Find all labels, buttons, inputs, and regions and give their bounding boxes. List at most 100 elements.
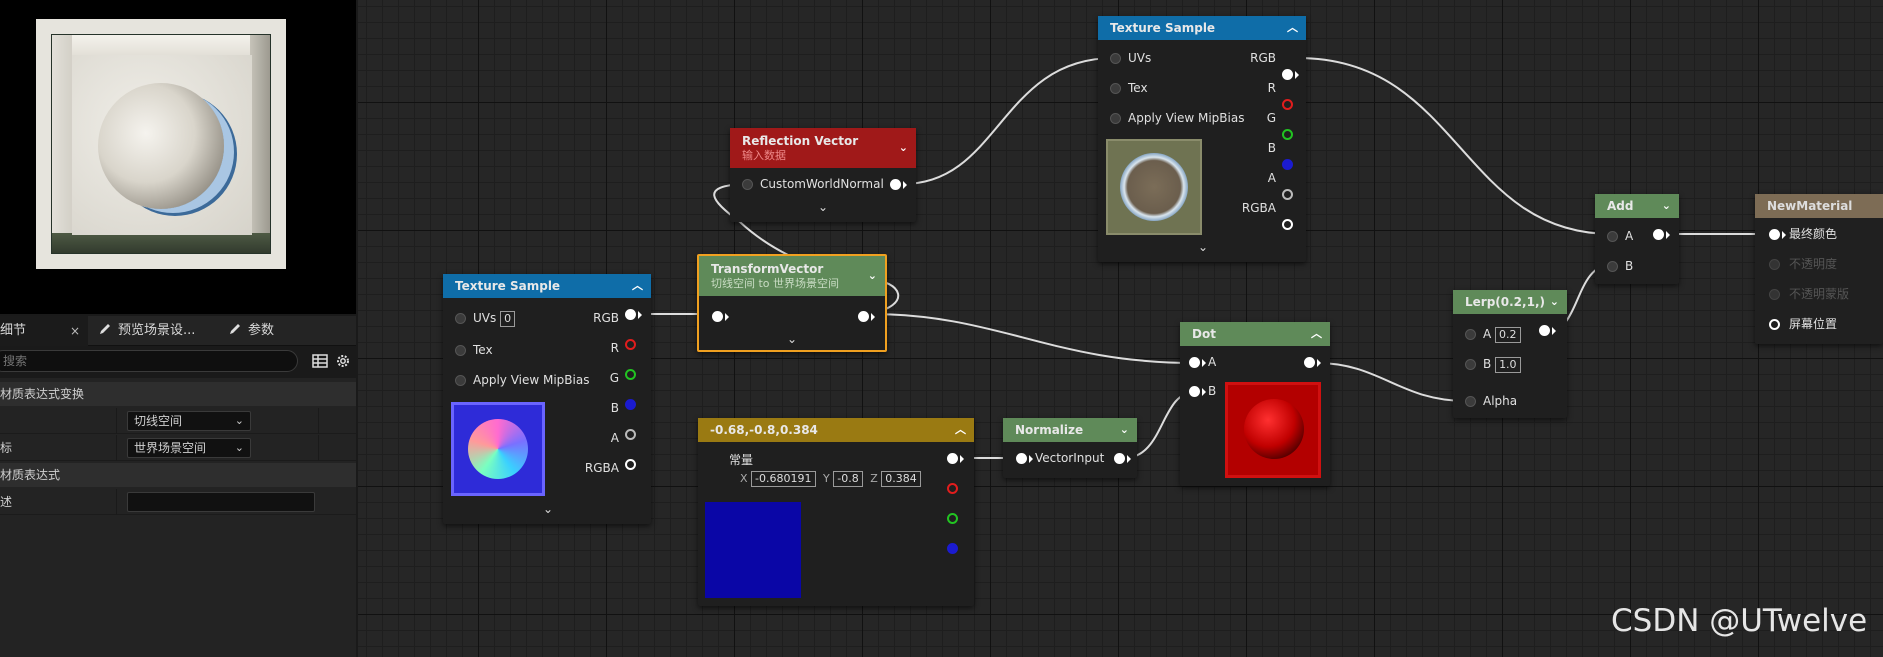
output-pin-b[interactable] xyxy=(947,543,958,554)
b-value-box[interactable]: 1.0 xyxy=(1495,357,1521,373)
input-pin-screen-position[interactable] xyxy=(1769,319,1780,330)
input-pin[interactable] xyxy=(1465,396,1476,407)
chevron-down-icon[interactable]: ⌄ xyxy=(787,332,797,346)
output-pin-g[interactable] xyxy=(625,369,636,380)
node-lerp[interactable]: Lerp(0.2,1,) ⌄ A 0.2 B 1.0 Alpha xyxy=(1453,290,1567,418)
pin-apply-view-mipbias[interactable]: Apply View MipBias xyxy=(1110,108,1244,128)
node-header[interactable]: Texture Sample ︿ xyxy=(443,274,651,298)
pin-a-out[interactable]: A xyxy=(1268,168,1276,188)
input-pin-a[interactable] xyxy=(1189,357,1200,368)
node-header[interactable]: Normalize ⌄ xyxy=(1003,418,1137,442)
pin-alpha[interactable]: Alpha xyxy=(1465,391,1517,411)
pin-rgb-out[interactable]: RGB xyxy=(593,308,619,328)
output-pin-rgba[interactable] xyxy=(1282,219,1293,230)
input-pin[interactable] xyxy=(712,311,723,322)
input-pin[interactable] xyxy=(1110,113,1121,124)
chevron-up-icon[interactable]: ︿ xyxy=(632,274,643,298)
chevron-down-icon[interactable]: ⌄ xyxy=(818,200,828,214)
chevron-down-icon[interactable]: ⌄ xyxy=(1662,194,1671,218)
pin-r-out[interactable]: R xyxy=(611,338,619,358)
pin-a[interactable]: A 0.2 xyxy=(1465,324,1521,344)
input-pin[interactable] xyxy=(1110,53,1121,64)
pin-uvs[interactable]: UVs xyxy=(1110,48,1151,68)
pin-customworldnormal[interactable]: CustomWorldNormal xyxy=(742,174,884,194)
node-header[interactable]: Add ⌄ xyxy=(1595,194,1679,218)
node-texture-sample-left[interactable]: Texture Sample ︿ UVs 0 Tex Apply View Mip… xyxy=(443,274,651,524)
output-pin-r[interactable] xyxy=(625,339,636,350)
output-pin[interactable] xyxy=(890,179,901,190)
chevron-down-icon[interactable]: ⌄ xyxy=(1120,418,1129,442)
node-new-material[interactable]: NewMaterial 最终颜色 不透明度 不透明蒙版 屏幕位置 xyxy=(1755,194,1883,344)
output-pin-b[interactable] xyxy=(1282,159,1293,170)
output-pin-r[interactable] xyxy=(1282,99,1293,110)
output-pin[interactable] xyxy=(1304,357,1315,368)
pin-b-out[interactable]: B xyxy=(1268,138,1276,158)
chevron-down-icon[interactable]: ⌄ xyxy=(1550,290,1559,314)
node-header[interactable]: TransformVector 切线空间 to 世界场景空间 ⌄ xyxy=(699,256,885,296)
pin-r-out[interactable]: R xyxy=(1268,78,1276,98)
node-normalize[interactable]: Normalize ⌄ VectorInput xyxy=(1003,418,1137,478)
chevron-down-icon[interactable]: ⌄ xyxy=(899,128,908,168)
output-pin[interactable] xyxy=(1653,229,1664,240)
z-value-input[interactable]: 0.384 xyxy=(881,471,921,487)
output-pin[interactable] xyxy=(1539,325,1550,336)
pin-rgb-out[interactable]: RGB xyxy=(1250,48,1276,68)
pin-g-out[interactable]: G xyxy=(1267,108,1276,128)
pin-tex[interactable]: Tex xyxy=(455,340,493,360)
pin-tex[interactable]: Tex xyxy=(1110,78,1148,98)
input-pin[interactable] xyxy=(1769,259,1780,270)
pin-vectorinput[interactable]: VectorInput xyxy=(1035,448,1104,468)
node-header[interactable]: Dot ︿ xyxy=(1180,322,1330,346)
output-pin-a[interactable] xyxy=(625,429,636,440)
pin-b[interactable]: B 1.0 xyxy=(1465,354,1521,374)
node-header[interactable]: Reflection Vector 输入数据 ⌄ xyxy=(730,128,916,168)
output-pin-rgb[interactable] xyxy=(947,453,958,464)
pin-b[interactable]: B xyxy=(1208,381,1216,401)
node-header[interactable]: Lerp(0.2,1,) ⌄ xyxy=(1453,290,1567,314)
input-pin[interactable] xyxy=(1769,289,1780,300)
node-dot[interactable]: Dot ︿ A B xyxy=(1180,322,1330,486)
chevron-up-icon[interactable]: ︿ xyxy=(1311,322,1322,346)
input-pin[interactable] xyxy=(1110,83,1121,94)
output-pin-b[interactable] xyxy=(625,399,636,410)
uv-value-box[interactable]: 0 xyxy=(500,311,516,327)
input-pin[interactable] xyxy=(455,375,466,386)
output-pin-rgb[interactable] xyxy=(1282,69,1293,80)
input-pin[interactable] xyxy=(1607,261,1618,272)
y-value-input[interactable]: -0.8 xyxy=(833,471,863,487)
output-pin-a[interactable] xyxy=(1282,189,1293,200)
input-pin[interactable] xyxy=(455,345,466,356)
node-constant-vector[interactable]: -0.68,-0.8,0.384 ︿ 常量 X -0.680191 Y -0.8 … xyxy=(698,418,974,606)
pin-screen-position[interactable]: 屏幕位置 xyxy=(1789,314,1837,334)
input-pin[interactable] xyxy=(455,313,466,324)
pin-rgba-out[interactable]: RGBA xyxy=(585,458,619,478)
node-header[interactable]: Texture Sample ︿ xyxy=(1098,16,1306,40)
chevron-up-icon[interactable]: ︿ xyxy=(955,418,966,442)
pin-apply-view-mipbias[interactable]: Apply View MipBias xyxy=(455,370,589,390)
input-pin[interactable] xyxy=(1016,453,1027,464)
pin-a[interactable]: A xyxy=(1208,352,1216,372)
pin-final-color[interactable]: 最终颜色 xyxy=(1789,224,1837,244)
chevron-down-icon[interactable]: ⌄ xyxy=(868,256,877,296)
node-header[interactable]: -0.68,-0.8,0.384 ︿ xyxy=(698,418,974,442)
node-transform-vector[interactable]: TransformVector 切线空间 to 世界场景空间 ⌄ ⌄ xyxy=(697,254,887,352)
input-pin[interactable] xyxy=(1465,359,1476,370)
output-pin-rgb[interactable] xyxy=(625,309,636,320)
pin-opacity[interactable]: 不透明度 xyxy=(1769,254,1837,274)
pin-opacity-mask[interactable]: 不透明蒙版 xyxy=(1769,284,1849,304)
pin-a-out[interactable]: A xyxy=(611,428,619,448)
output-pin-g[interactable] xyxy=(947,513,958,524)
output-pin[interactable] xyxy=(1114,453,1125,464)
a-value-box[interactable]: 0.2 xyxy=(1495,327,1521,343)
chevron-up-icon[interactable]: ︿ xyxy=(1287,16,1298,40)
pin-g-out[interactable]: G xyxy=(610,368,619,388)
node-add[interactable]: Add ⌄ A B xyxy=(1595,194,1679,284)
pin-a[interactable]: A xyxy=(1607,226,1633,246)
pin-b-out[interactable]: B xyxy=(611,398,619,418)
node-texture-sample-top[interactable]: Texture Sample ︿ UVs Tex Apply View MipBi… xyxy=(1098,16,1306,262)
input-pin[interactable] xyxy=(742,179,753,190)
input-pin-b[interactable] xyxy=(1189,386,1200,397)
pin-rgba-out[interactable]: RGBA xyxy=(1242,198,1276,218)
chevron-down-icon[interactable]: ⌄ xyxy=(543,502,553,516)
x-value-input[interactable]: -0.680191 xyxy=(751,471,816,487)
